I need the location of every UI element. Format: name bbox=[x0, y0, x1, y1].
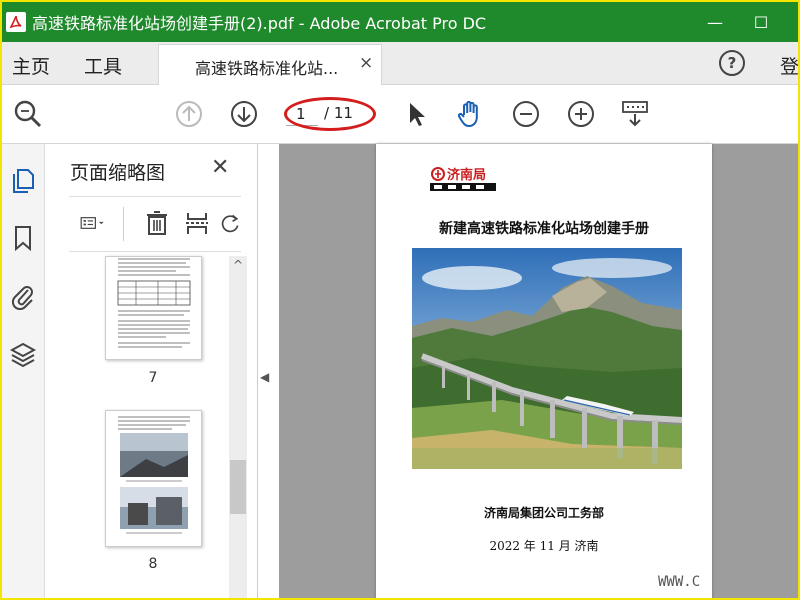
pdf-page: 济南局 新建高速铁路标准化站场创建手册 济南局集团公司工务部 2022 年 11… bbox=[376, 144, 712, 598]
thumbnail-page-label: 8 bbox=[148, 556, 158, 572]
previous-page-icon[interactable] bbox=[173, 98, 205, 130]
document-date: 2022 年 11 月 济南 bbox=[489, 539, 599, 553]
thumbnail-page-8[interactable] bbox=[105, 410, 202, 547]
thumbnail-panel: 页面缩略图 ✕ ^ 7 8 bbox=[45, 144, 258, 598]
window-title: 高速铁路标准化站场创建手册(2).pdf - Adobe Acrobat Pro… bbox=[32, 14, 487, 33]
app-window: 高速铁路标准化站场创建手册(2).pdf - Adobe Acrobat Pro… bbox=[0, 0, 800, 600]
document-tab-close-icon[interactable]: × bbox=[359, 53, 373, 73]
collapse-panel-arrow-icon[interactable]: ◀ bbox=[260, 370, 274, 390]
tab-home[interactable]: 主页 bbox=[12, 52, 50, 79]
tab-tools[interactable]: 工具 bbox=[84, 52, 122, 79]
logo-text: 济南局 bbox=[447, 167, 486, 183]
layers-icon[interactable] bbox=[10, 340, 36, 368]
tab-bar: 主页 工具 高速铁路标准化站... × ? 登 bbox=[2, 42, 798, 86]
cover-photo-high-speed-train bbox=[412, 248, 682, 469]
insert-page-icon[interactable] bbox=[183, 209, 211, 237]
document-tab-label: 高速铁路标准化站... bbox=[195, 59, 339, 78]
attachment-icon[interactable] bbox=[10, 282, 36, 310]
title-bar: 高速铁路标准化站场创建手册(2).pdf - Adobe Acrobat Pro… bbox=[2, 2, 798, 42]
zoom-out-icon[interactable] bbox=[510, 98, 542, 130]
document-organization: 济南局集团公司工务部 bbox=[483, 506, 604, 520]
page-number-input[interactable]: 1 bbox=[286, 102, 318, 126]
thumbnail-page-label: 7 bbox=[148, 370, 158, 386]
find-zoom-icon[interactable] bbox=[12, 98, 44, 130]
select-cursor-icon[interactable] bbox=[400, 98, 432, 130]
delete-page-icon[interactable] bbox=[143, 209, 171, 237]
toolbar: 1 / 11 bbox=[2, 85, 798, 144]
site-watermark: WWW.C bbox=[658, 574, 701, 590]
thumbnail-options-icon[interactable] bbox=[71, 209, 115, 237]
help-icon[interactable]: ? bbox=[719, 50, 745, 76]
keyboard-tool-icon[interactable] bbox=[619, 98, 651, 130]
thumbnail-scrollbar[interactable] bbox=[229, 256, 247, 598]
railway-logo: 济南局 bbox=[430, 166, 500, 192]
document-title: 新建高速铁路标准化站场创建手册 bbox=[439, 221, 649, 237]
acrobat-app-icon bbox=[6, 12, 26, 32]
rotate-page-icon[interactable] bbox=[219, 209, 241, 237]
hand-tool-icon[interactable] bbox=[454, 98, 486, 130]
zoom-in-icon[interactable] bbox=[565, 98, 597, 130]
maximize-button[interactable]: ☐ bbox=[738, 2, 784, 42]
left-navigation-rail bbox=[2, 144, 45, 598]
document-viewer[interactable]: 济南局 新建高速铁路标准化站场创建手册 济南局集团公司工务部 2022 年 11… bbox=[279, 144, 798, 598]
scroll-up-arrow-icon[interactable]: ^ bbox=[229, 258, 247, 274]
minimize-button[interactable]: — bbox=[692, 2, 738, 42]
signin-link[interactable]: 登 bbox=[780, 52, 798, 79]
document-tab[interactable]: 高速铁路标准化站... × bbox=[158, 44, 382, 86]
thumbnail-page-7[interactable] bbox=[105, 256, 202, 360]
page-total: / 11 bbox=[324, 104, 353, 122]
page-thumbnails-icon[interactable] bbox=[10, 166, 36, 194]
next-page-icon[interactable] bbox=[228, 98, 260, 130]
scrollbar-thumb[interactable] bbox=[230, 460, 246, 514]
toolbar-separator bbox=[123, 207, 124, 241]
panel-title: 页面缩略图 bbox=[70, 162, 166, 184]
thumbnail-toolbar bbox=[69, 196, 241, 252]
panel-close-icon[interactable]: ✕ bbox=[211, 155, 229, 180]
bookmark-icon[interactable] bbox=[10, 224, 36, 252]
